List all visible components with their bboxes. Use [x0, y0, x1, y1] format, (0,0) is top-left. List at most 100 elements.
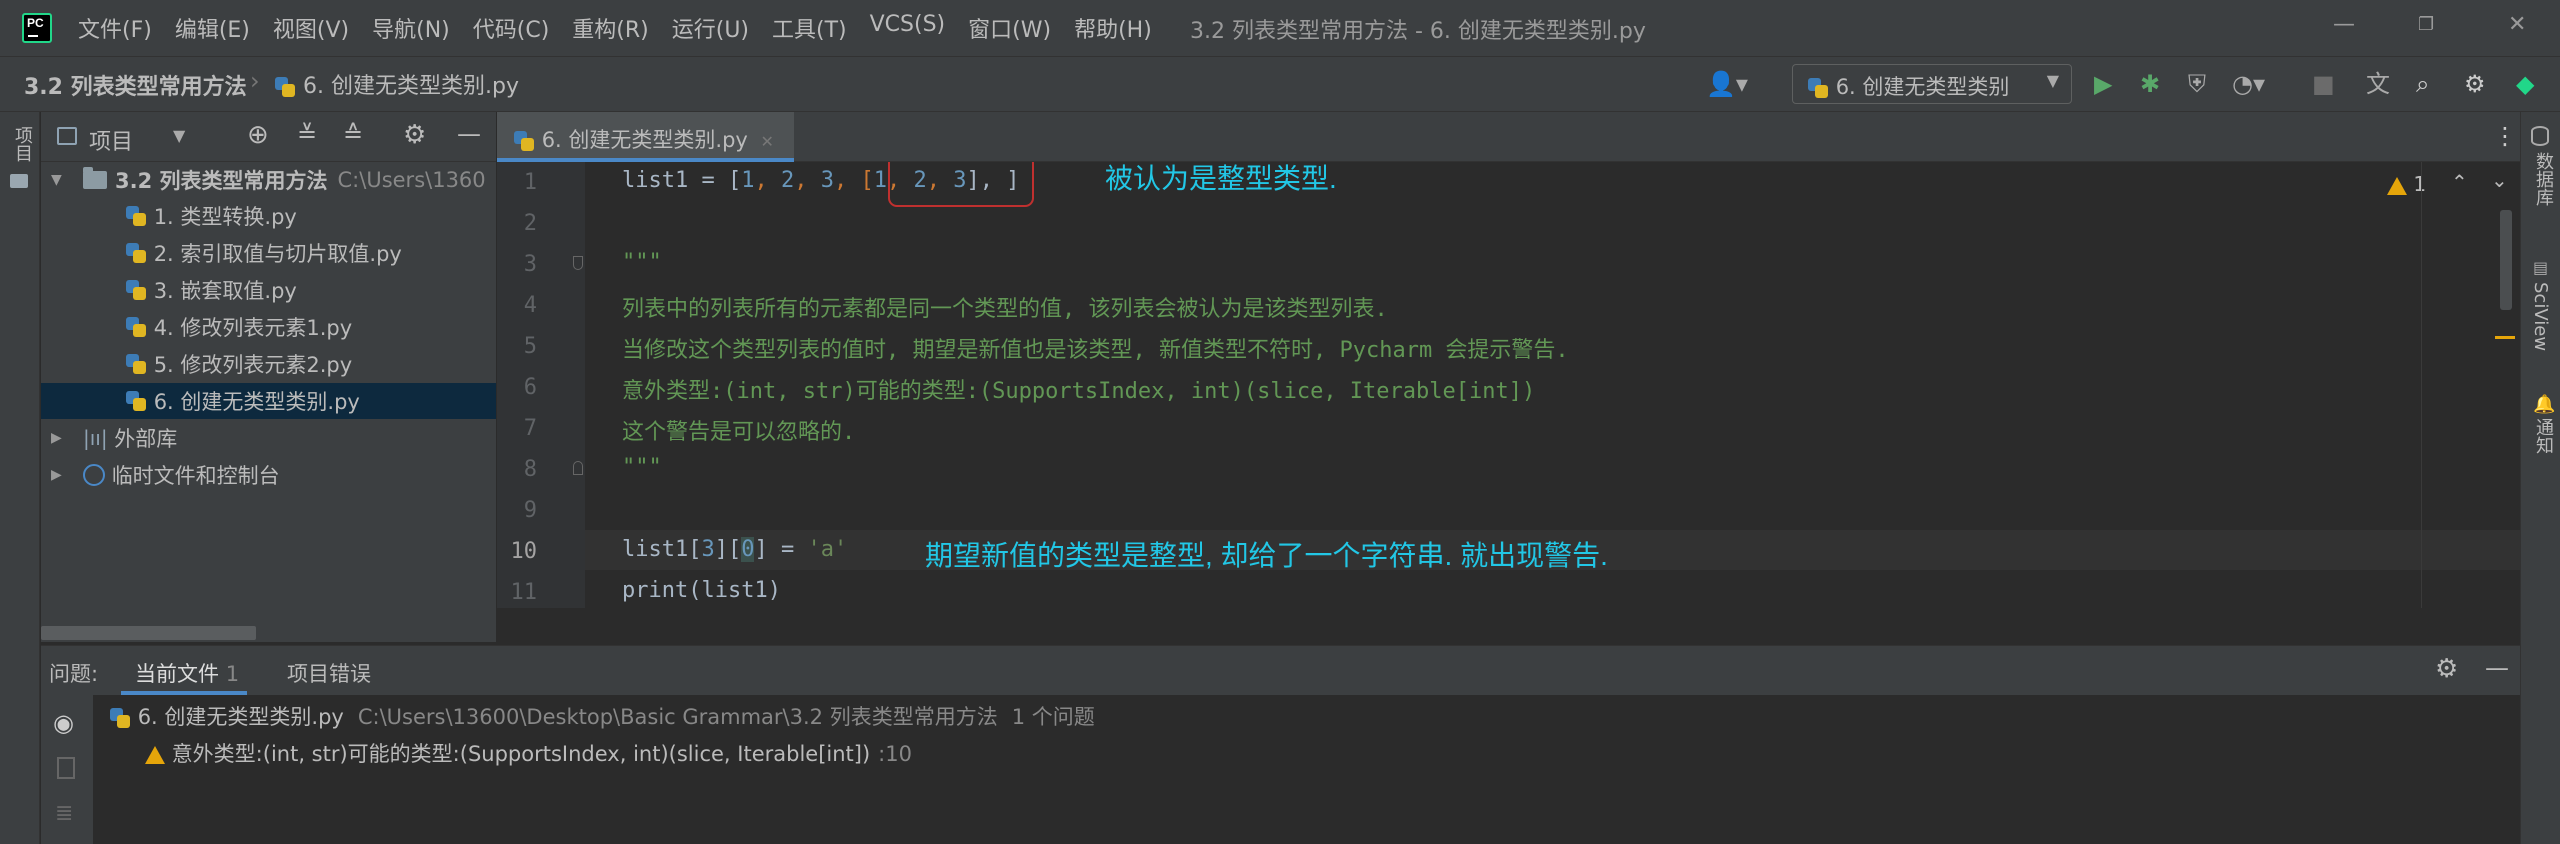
gear-icon[interactable]: ⚙ [2435, 654, 2458, 684]
project-panel-header: 项目 ▼ ⊕ ≚ ≙ ⚙ — [41, 112, 496, 162]
code-line-4[interactable]: 列表中的列表所有的元素都是同一个类型的值, 该列表会被认为是该类型列表. [622, 291, 1388, 323]
close-window-icon[interactable]: ✕ [2508, 12, 2526, 37]
problem-line: :10 [878, 742, 912, 766]
more-options-icon[interactable]: ⋮ [2493, 122, 2517, 150]
gear-icon[interactable]: ⚙ [403, 120, 426, 150]
code-line-10[interactable]: list1[3][0] = 'a' [622, 537, 847, 562]
line-number: 4 [523, 293, 537, 318]
code-line-8[interactable]: """ [622, 455, 662, 480]
menu-vcs[interactable]: VCS(S) [870, 12, 946, 44]
editor-tab-bar: 6. 创建无类型类别.py ✕ ⋮ [497, 112, 2520, 162]
right-tool-strip: 数据库 ▤ SciView 🔔 通知 [2520, 112, 2560, 844]
minimize-icon[interactable]: — [2333, 12, 2355, 37]
problem-item[interactable]: 意外类型:(int, str)可能的类型:(SupportsIndex, int… [145, 738, 912, 768]
fold-marker-icon[interactable] [573, 461, 583, 475]
tree-file-item[interactable]: 2. 索引取值与切片取值.py [41, 235, 496, 271]
database-tool-button[interactable]: 数据库 [2530, 152, 2556, 206]
menu-help[interactable]: 帮助(H) [1074, 12, 1152, 44]
tab-project-errors[interactable]: 项目错误 [287, 658, 371, 688]
sciview-tool-button[interactable]: SciView [2530, 282, 2551, 351]
debug-icon[interactable]: ✱ [2140, 69, 2160, 99]
file-label: 2. 索引取值与切片取值.py [153, 242, 402, 266]
tree-external-libraries[interactable]: ▶ |ıı| 外部库 [41, 420, 496, 456]
folder-icon [83, 167, 107, 189]
problems-panel-header: 问题: 当前文件 1 项目错误 ⚙ — [41, 645, 2520, 695]
chevron-expanded-icon[interactable]: ▼ [51, 172, 62, 188]
editor-tab-active[interactable]: 6. 创建无类型类别.py ✕ [497, 112, 794, 162]
next-highlight-icon[interactable]: ⌄ [2491, 168, 2508, 192]
translate-icon[interactable]: 文 [2366, 69, 2390, 99]
tree-scratches[interactable]: ▶ 临时文件和控制台 [41, 457, 496, 493]
menu-view[interactable]: 视图(V) [273, 12, 349, 44]
tree-file-item[interactable]: 4. 修改列表元素1.py [41, 309, 496, 345]
warning-icon [2387, 176, 2407, 195]
problems-list: 6. 创建无类型类别.py C:\Users\13600\Desktop\Basi… [41, 695, 2520, 844]
tree-root-folder[interactable]: ▼ 3.2 列表类型常用方法 C:\Users\1360 [41, 162, 496, 198]
code-line-7[interactable]: 这个警告是可以忽略的. [622, 414, 855, 446]
chevron-down-icon[interactable]: ▼ [173, 126, 185, 145]
tree-file-item-selected[interactable]: 6. 创建无类型类别.py [41, 383, 496, 419]
run-icon[interactable]: ▶ [2094, 69, 2112, 99]
user-icon[interactable]: 👤▾ [1706, 69, 1748, 99]
project-tool-button[interactable]: 项目 [9, 126, 35, 162]
menu-file[interactable]: 文件(F) [78, 12, 152, 44]
code-line-5[interactable]: 当修改这个类型列表的值时, 期望是新值也是该类型, 新值类型不符时, Pycha… [622, 332, 1569, 364]
preview-icon[interactable] [57, 757, 75, 779]
locate-icon[interactable]: ⊕ [247, 120, 269, 150]
autoscroll-icon[interactable]: ≣ [55, 801, 73, 826]
menu-refactor[interactable]: 重构(R) [572, 12, 648, 44]
tree-file-item[interactable]: 1. 类型转换.py [41, 198, 496, 234]
eye-icon[interactable]: ◉ [53, 709, 74, 737]
problem-file-row[interactable]: 6. 创建无类型类别.py C:\Users\13600\Desktop\Basi… [109, 701, 1095, 731]
stop-icon[interactable]: ■ [2312, 69, 2335, 99]
notifications-tool-button[interactable]: 通知 [2530, 418, 2556, 454]
external-libraries-label: 外部库 [114, 427, 178, 451]
chevron-right-icon[interactable]: ▶ [51, 467, 62, 483]
close-tab-icon[interactable]: ✕ [761, 132, 774, 151]
file-label: 4. 修改列表元素1.py [153, 316, 353, 340]
search-icon[interactable]: ⌕ [2416, 69, 2429, 99]
hide-panel-icon[interactable]: — [2485, 654, 2509, 682]
horizontal-scrollbar[interactable] [41, 626, 256, 640]
collapse-all-icon[interactable]: ≙ [343, 120, 363, 148]
settings-icon[interactable]: ⚙ [2464, 69, 2486, 99]
coverage-icon[interactable]: ⛨ [2188, 69, 2206, 99]
chevron-right-icon[interactable]: ▶ [51, 430, 62, 446]
code-editor[interactable]: list1 = [1, 2, 3, [1, 2, 3], ] 被认为是整型类型.… [585, 162, 2520, 608]
run-config-selector[interactable]: 6. 创建无类型类别 ▼ [1792, 64, 2072, 104]
breadcrumb-file[interactable]: 6. 创建无类型类别.py [274, 68, 519, 100]
code-line-6[interactable]: 意外类型:(int, str)可能的类型:(SupportsIndex, int… [622, 373, 1535, 405]
menu-tools[interactable]: 工具(T) [772, 12, 847, 44]
fold-marker-icon[interactable] [573, 256, 583, 270]
menu-edit[interactable]: 编辑(E) [175, 12, 250, 44]
previous-highlight-icon[interactable]: ⌃ [2451, 170, 2468, 194]
menu-code[interactable]: 代码(C) [473, 12, 550, 44]
menu-navigate[interactable]: 导航(N) [372, 12, 450, 44]
library-icon: |ıı| [83, 426, 108, 450]
line-number: 1 [523, 170, 537, 195]
plugin-icon[interactable]: ◆ [2516, 69, 2534, 99]
code-line-3[interactable]: """ [622, 250, 662, 275]
code-line-11[interactable]: print(list1) [622, 578, 781, 603]
menu-window[interactable]: 窗口(W) [968, 12, 1051, 44]
menu-run[interactable]: 运行(U) [672, 12, 749, 44]
restore-icon[interactable]: ❐ [2418, 14, 2434, 35]
problem-file-name: 6. 创建无类型类别.py [137, 705, 344, 729]
hide-panel-icon[interactable]: — [457, 120, 481, 148]
root-folder-path: C:\Users\1360 [337, 168, 486, 192]
tree-file-item[interactable]: 3. 嵌套取值.py [41, 272, 496, 308]
line-number: 3 [523, 252, 537, 277]
expand-all-icon[interactable]: ≚ [297, 120, 317, 148]
profile-icon[interactable]: ◔▾ [2232, 69, 2265, 99]
warning-stripe-marker[interactable] [2495, 336, 2515, 339]
problems-side-toolbar: ◉ ≣ [41, 695, 93, 844]
python-file-icon [274, 76, 296, 98]
breadcrumb-project[interactable]: 3.2 列表类型常用方法 [24, 69, 247, 101]
line-number: 2 [523, 211, 537, 236]
tree-file-item[interactable]: 5. 修改列表元素2.py [41, 346, 496, 382]
root-folder-name: 3.2 列表类型常用方法 [115, 169, 328, 193]
tab-current-file[interactable]: 当前文件 1 [135, 658, 239, 688]
vertical-scrollbar[interactable] [2500, 210, 2512, 310]
folder-icon [10, 174, 28, 188]
project-panel-title[interactable]: 项目 [89, 124, 133, 156]
